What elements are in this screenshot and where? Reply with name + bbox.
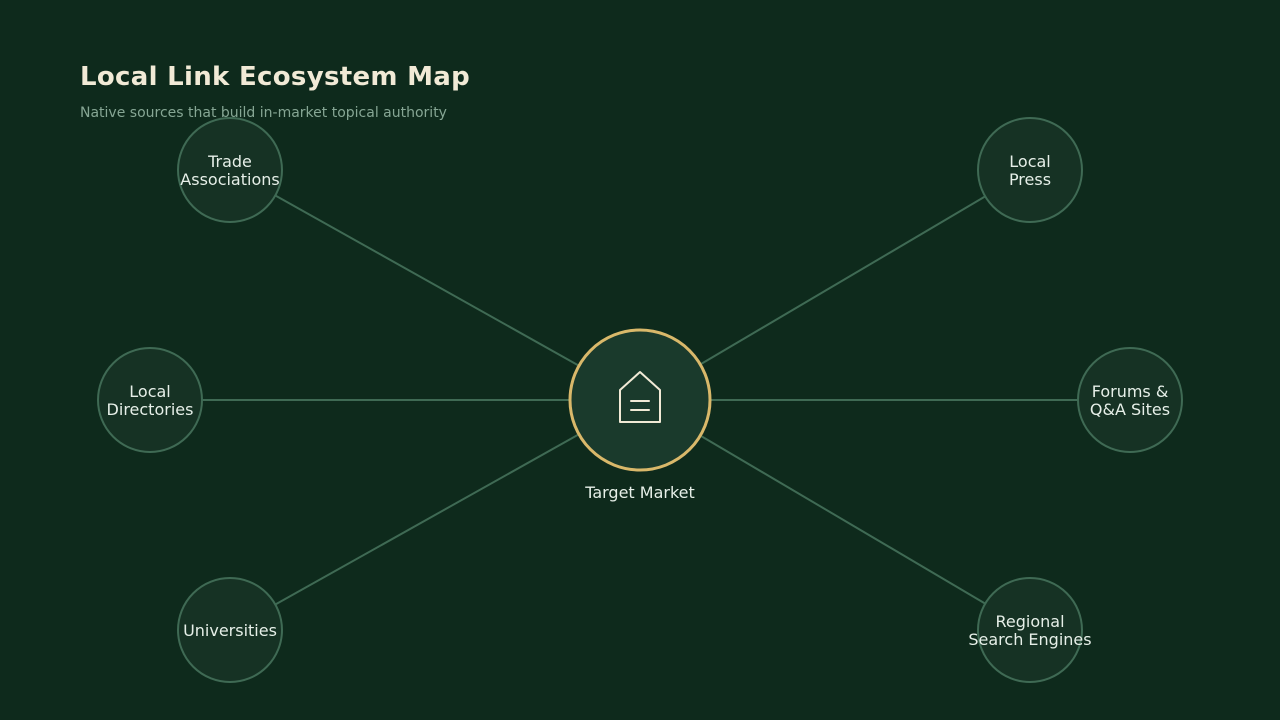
node-local-directories: LocalDirectories — [97, 347, 203, 453]
connector-regional-search-engines — [691, 429, 986, 605]
node-universities: Universities — [177, 577, 283, 683]
node-local-press: LocalPress — [977, 117, 1083, 223]
connector-universities — [274, 428, 589, 606]
node-regional-search-engines: RegionalSearch Engines — [968, 577, 1092, 683]
node-forums-qa-sites: Forums &Q&A Sites — [1077, 347, 1183, 453]
ecosystem-diagram: Local Link Ecosystem Map Native sources … — [0, 0, 1280, 720]
node-label: Forums & — [1092, 382, 1169, 401]
diagram-canvas: TradeAssociationsLocalPressLocalDirector… — [97, 117, 1183, 683]
node-label: Directories — [107, 400, 194, 419]
node-label: Trade — [207, 152, 252, 171]
node-label: Local — [1009, 152, 1050, 171]
node-label: Q&A Sites — [1090, 400, 1170, 419]
node-trade-associations: TradeAssociations — [177, 117, 283, 223]
hub-label: Target Market — [584, 483, 695, 502]
node-label: Universities — [183, 621, 277, 640]
connector-local-press — [691, 195, 986, 371]
connector-trade-associations — [274, 194, 589, 372]
node-label: Local — [129, 382, 170, 401]
node-label: Search Engines — [968, 630, 1091, 649]
node-label: Regional — [995, 612, 1064, 631]
node-label: Associations — [180, 170, 279, 189]
hub-target-market: Target Market — [568, 328, 712, 502]
node-label: Press — [1009, 170, 1051, 189]
